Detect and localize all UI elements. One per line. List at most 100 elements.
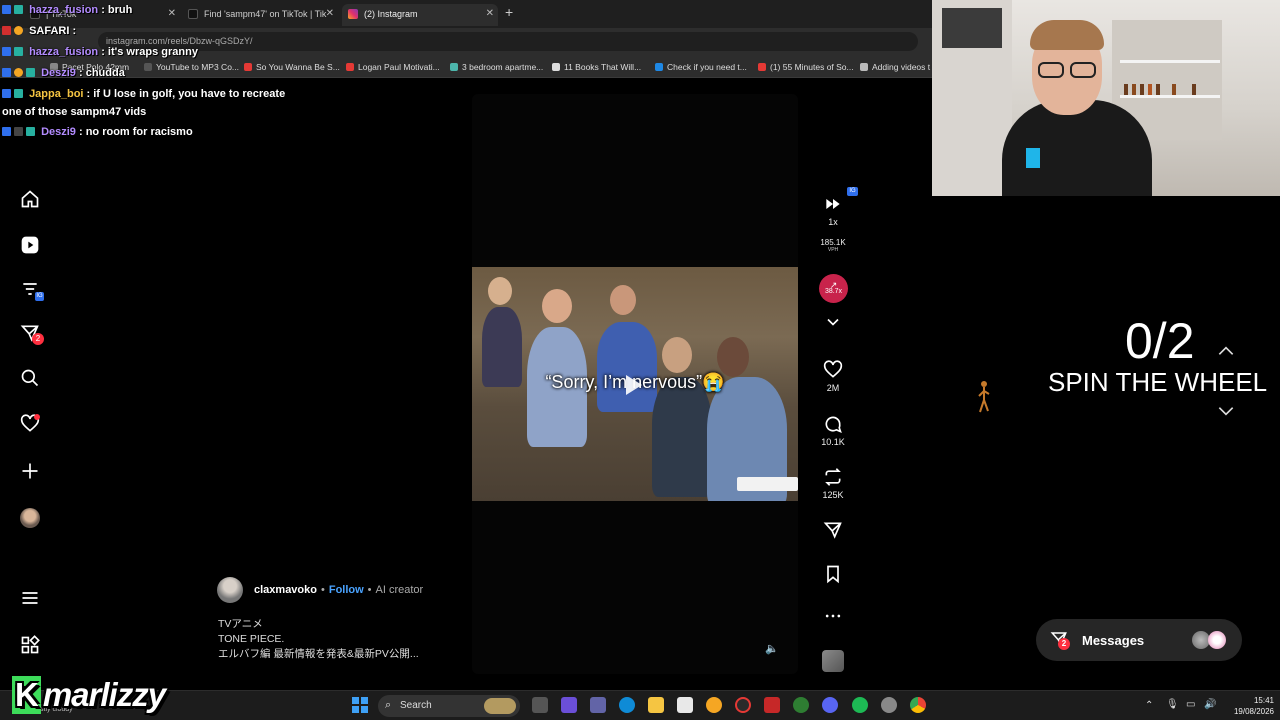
menu-icon[interactable] (18, 586, 42, 610)
bookmark-item[interactable]: 11 Books That Will... (552, 62, 641, 72)
repost-icon (825, 468, 841, 486)
edge-icon[interactable] (619, 697, 635, 713)
discord-icon[interactable] (822, 697, 838, 713)
share-button[interactable] (812, 520, 854, 543)
messages-badge: 2 (1058, 638, 1070, 650)
comment-button[interactable]: 10.1K (812, 414, 854, 447)
bookmark-item[interactable]: So You Wanna Be S... (244, 62, 340, 72)
bookmark-item[interactable]: Logan Paul Motivati... (346, 62, 440, 72)
audio-thumbnail[interactable] (822, 650, 844, 672)
windows-start-icon[interactable] (352, 697, 368, 713)
viral-score-badge: ↗ 38.7x (819, 274, 848, 303)
taskbar-search[interactable]: ⌕ Search (378, 695, 520, 717)
tab-find-sampm47[interactable]: Find 'sampm47' on TikTok | Tik ✕ (182, 4, 338, 26)
chat-text: : if U lose in golf, you have to recreat… (86, 88, 286, 100)
close-icon[interactable]: ✕ (326, 8, 334, 19)
apps-icon[interactable] (18, 633, 42, 657)
chat-message: hazza_fusion : bruh (2, 3, 132, 17)
close-icon[interactable]: ✕ (168, 8, 176, 19)
heart-icon (823, 360, 843, 378)
screen: | TikTok ✕ Find 'sampm47' on TikTok | Ti… (0, 0, 1280, 720)
messages-button[interactable]: 2 Messages (1036, 619, 1242, 661)
extension-badge: IG (847, 187, 858, 196)
save-button[interactable] (812, 564, 854, 587)
chat-username: Deszi9 (41, 126, 76, 138)
clock-date: 19/08/2026 (1233, 707, 1274, 716)
chat-text: : chudda (78, 67, 125, 79)
search-icon: ⌕ (385, 699, 392, 711)
system-clock[interactable]: 15:41 19/08/2026 (1222, 695, 1274, 717)
bookmark-icon (827, 565, 839, 584)
file-explorer-icon[interactable] (648, 697, 664, 713)
chat-text: : no room for racismo (78, 126, 193, 138)
speed-button[interactable]: 1x (812, 194, 854, 227)
follow-button[interactable]: Follow (329, 584, 364, 596)
direct-badge: 2 (32, 333, 44, 345)
send-icon (823, 522, 842, 539)
close-icon[interactable]: ✕ (486, 8, 494, 19)
viral-score: 38.7x (824, 288, 843, 295)
profile-avatar[interactable] (18, 506, 42, 530)
reel-description[interactable]: TVアニメ TONE PIECE. エルバフ編 最新情報を発表&最新PV公開..… (218, 617, 419, 662)
new-tab-icon[interactable]: + (505, 4, 513, 20)
bookmark-item[interactable]: YouTube to MP3 Co... (144, 62, 239, 72)
chat-username: Deszi9 (41, 67, 76, 79)
create-icon[interactable] (18, 459, 42, 483)
microphone-icon[interactable]: 🎙 (1166, 699, 1179, 710)
speed-label: 1x (828, 217, 838, 227)
more-options-icon[interactable] (812, 606, 854, 629)
app-icon[interactable] (706, 697, 722, 713)
adobe-icon[interactable] (764, 697, 780, 713)
xbox-icon[interactable] (793, 697, 809, 713)
teams-icon[interactable] (590, 697, 606, 713)
chat-message: Jappa_boi : if U lose in golf, you have … (2, 87, 285, 101)
direct-icon[interactable]: 2 (18, 321, 44, 345)
bookmark-item[interactable]: 3 bedroom apartme... (450, 62, 543, 72)
repost-count: 125K (822, 490, 844, 500)
reels-icon[interactable] (18, 233, 42, 257)
task-view-icon[interactable] (532, 697, 548, 713)
app-icon[interactable] (735, 697, 751, 713)
chrome-icon[interactable] (910, 697, 926, 713)
filter-icon[interactable]: IG (18, 277, 44, 301)
chevron-down-icon[interactable] (812, 312, 854, 335)
bookmark-item[interactable]: Check if you need t... (655, 62, 747, 72)
webcam-feed (932, 0, 1280, 196)
bookmark-item[interactable]: Adding videos t (860, 62, 930, 72)
search-icon[interactable] (18, 366, 42, 390)
store-icon[interactable] (677, 697, 693, 713)
volume-icon[interactable]: 🔊 (1204, 699, 1216, 710)
heart-icon[interactable] (18, 412, 42, 436)
chevron-up-icon[interactable] (1216, 344, 1236, 363)
search-highlight-icon (484, 698, 516, 714)
url-field[interactable]: instagram.com/reels/Dbzw-qGSDzY/ (98, 32, 918, 51)
runner-figure (978, 380, 990, 414)
obs-icon[interactable] (881, 697, 897, 713)
chat-message: Deszi9 : chudda (2, 66, 125, 80)
network-icon[interactable]: ▭ (1186, 699, 1195, 710)
play-icon[interactable] (626, 375, 642, 395)
bookmark-item[interactable]: (1) 55 Minutes of So... (758, 62, 854, 72)
home-icon[interactable] (18, 187, 42, 211)
tray-chevron-icon[interactable]: ⌃ (1145, 700, 1153, 711)
copilot-icon[interactable] (561, 697, 577, 713)
chat-username: hazza_fusion (29, 46, 99, 58)
spotify-icon[interactable] (852, 697, 868, 713)
volume-icon[interactable]: 🔈 (765, 642, 779, 655)
chat-message: SAFARI : (2, 24, 76, 38)
chat-username: Jappa_boi (29, 88, 84, 100)
chat-text: : it's wraps granny (101, 46, 198, 58)
direct-icon: 2 (1050, 630, 1072, 650)
streamer-logo: Kmarlizzy (12, 676, 166, 714)
vph-value: 185.1K (820, 238, 846, 247)
repost-button[interactable]: 125K (812, 467, 854, 500)
spin-the-wheel-label: SPIN THE WHEEL (1048, 367, 1268, 397)
description-line: エルバフ編 最新情報を発表&最新PV公開... (218, 648, 419, 660)
tab-instagram[interactable]: (2) Instagram ✕ (342, 4, 498, 26)
chat-username: hazza_fusion (29, 4, 99, 16)
like-button[interactable]: 2M (812, 360, 854, 393)
author-avatar[interactable] (217, 577, 243, 603)
notification-dot (34, 414, 40, 420)
chevron-down-icon[interactable] (1216, 404, 1236, 423)
author-name[interactable]: claxmavoko (254, 584, 317, 596)
